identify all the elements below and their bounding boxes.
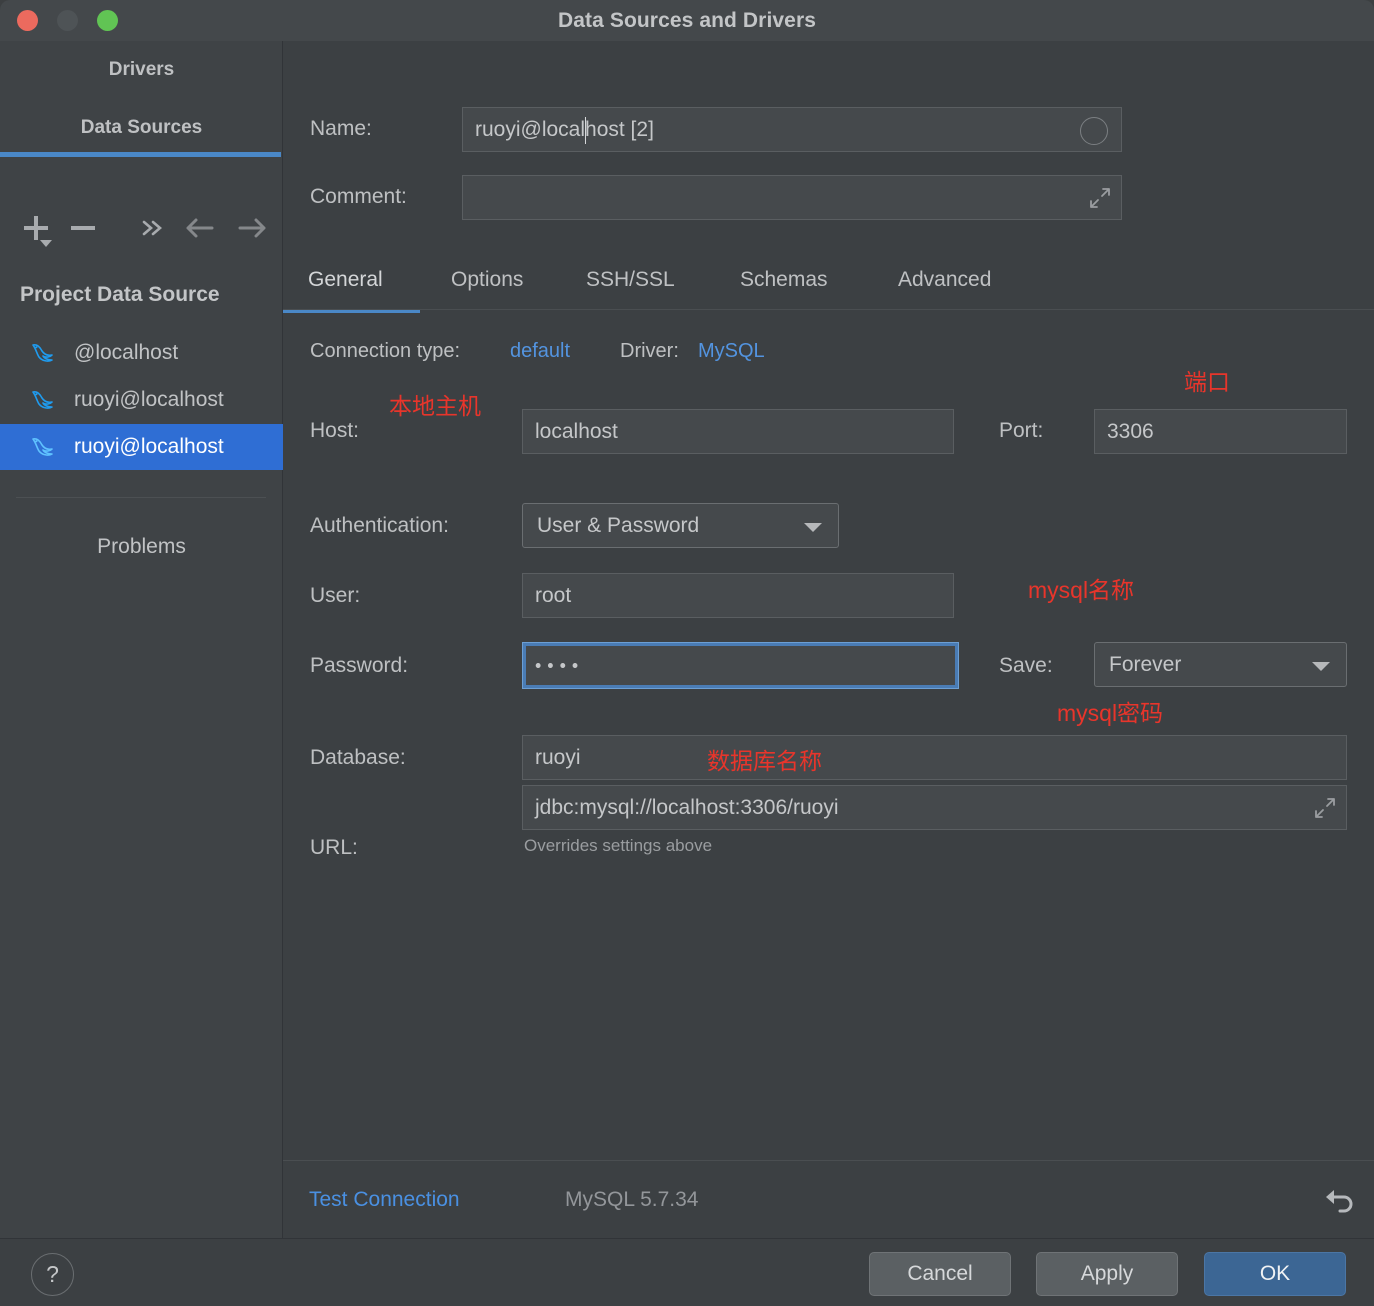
user-input[interactable]: root <box>522 573 954 618</box>
sidebar-item-datasource-1[interactable]: ruoyi@localhost <box>0 377 283 423</box>
tab-bar-baseline <box>283 309 1374 310</box>
authentication-select[interactable]: User & Password <box>522 503 839 548</box>
sidebar-item-datasource-0[interactable]: @localhost <box>0 330 283 376</box>
navigate-back-button[interactable] <box>177 201 223 257</box>
navigate-forward-button[interactable] <box>229 201 275 257</box>
database-label: Database: <box>310 746 406 769</box>
annotation-mysql-user-name: mysql名称 <box>1028 577 1135 603</box>
connection-type-label: Connection type: <box>310 340 461 362</box>
revert-arrow-icon[interactable] <box>1322 1185 1354 1217</box>
ok-button[interactable]: OK <box>1204 1252 1346 1296</box>
comment-input[interactable] <box>462 175 1122 220</box>
tab-advanced[interactable]: Advanced <box>898 254 991 313</box>
remove-data-source-button[interactable] <box>60 201 106 257</box>
password-value: •••• <box>535 655 585 675</box>
url-input[interactable]: jdbc:mysql://localhost:3306/ruoyi <box>522 785 1347 830</box>
database-input[interactable]: ruoyi <box>522 735 1347 780</box>
port-label: Port: <box>999 419 1044 442</box>
mysql-dolphin-icon <box>32 344 53 362</box>
url-label: URL: <box>310 836 358 859</box>
save-mode-select[interactable]: Forever <box>1094 642 1347 687</box>
data-sources-and-drivers-dialog: Data Sources and Drivers Drivers Data So… <box>0 0 1374 1306</box>
user-label: User: <box>310 584 361 607</box>
url-hint-text: Overrides settings above <box>524 836 713 855</box>
save-mode-value: Forever <box>1109 652 1182 676</box>
authentication-value: User & Password <box>537 513 700 537</box>
password-label: Password: <box>310 654 409 677</box>
tab-general[interactable]: General <box>283 254 420 313</box>
test-connection-link[interactable]: Test Connection <box>309 1161 460 1239</box>
arrow-right-icon <box>238 218 266 238</box>
save-label: Save: <box>999 654 1053 677</box>
title-bar: Data Sources and Drivers <box>0 0 1374 42</box>
port-value: 3306 <box>1107 419 1154 443</box>
add-data-source-button[interactable] <box>12 201 58 257</box>
authentication-label: Authentication: <box>310 514 449 537</box>
tab-ssh-ssl[interactable]: SSH/SSL <box>586 254 675 313</box>
name-label: Name: <box>310 117 372 140</box>
cancel-button[interactable]: Cancel <box>869 1252 1011 1296</box>
footer-bar: Test Connection MySQL 5.7.34 <box>283 1160 1374 1239</box>
annotation-mysql-password: mysql密码 <box>1057 700 1164 726</box>
apply-button[interactable]: Apply <box>1036 1252 1178 1296</box>
connection-type-value[interactable]: default <box>510 340 570 363</box>
name-value: ruoyi@localhost [2] <box>475 117 654 141</box>
host-value: localhost <box>535 419 618 443</box>
annotation-database-name: 数据库名称 <box>707 748 822 774</box>
host-label: Host: <box>310 419 360 442</box>
sidebar-item-datasource-2-selected[interactable]: ruoyi@localhost <box>0 424 283 470</box>
window-title: Data Sources and Drivers <box>557 9 816 32</box>
help-button[interactable]: ? <box>31 1253 74 1296</box>
sidebar-heading-drivers[interactable]: Drivers <box>0 59 283 81</box>
dialog-action-bar: ? Cancel Apply OK CSDN @-随_风- <box>0 1238 1374 1306</box>
url-value: jdbc:mysql://localhost:3306/ruoyi <box>535 795 839 819</box>
more-options-button[interactable] <box>131 201 177 257</box>
plus-icon <box>24 216 52 247</box>
sidebar-toolbar <box>0 201 283 263</box>
port-input[interactable]: 3306 <box>1094 409 1347 454</box>
comment-label: Comment: <box>310 185 407 208</box>
chevron-down-icon <box>804 522 822 532</box>
mysql-dolphin-icon <box>32 438 53 456</box>
text-caret <box>585 117 586 144</box>
annotation-port: 端口 <box>1184 369 1230 395</box>
sidebar: Drivers Data Sources Project Data Source… <box>0 41 283 1238</box>
database-value: ruoyi <box>535 745 581 769</box>
driver-label: Driver: <box>620 340 679 362</box>
color-indicator-icon[interactable] <box>1080 116 1108 145</box>
sidebar-divider <box>16 497 266 498</box>
expand-editor-icon[interactable] <box>1089 187 1111 209</box>
expand-editor-icon[interactable] <box>1314 797 1336 819</box>
sidebar-item-label: @localhost <box>74 341 179 364</box>
driver-value[interactable]: MySQL <box>698 340 765 363</box>
user-value: root <box>535 583 572 607</box>
arrow-left-icon <box>186 218 214 238</box>
sidebar-item-label: ruoyi@localhost <box>74 388 224 411</box>
tab-options[interactable]: Options <box>451 254 523 313</box>
main-panel: Name: ruoyi@localhost [2] Comment: Gener… <box>283 41 1374 1238</box>
annotation-local-host: 本地主机 <box>389 393 481 419</box>
mysql-dolphin-icon <box>32 391 53 409</box>
driver-version-text: MySQL 5.7.34 <box>565 1188 699 1211</box>
name-input[interactable]: ruoyi@localhost [2] <box>462 107 1122 152</box>
sidebar-active-section-underline <box>0 152 281 157</box>
tab-bar: General Options SSH/SSL Schemas Advanced <box>283 254 1374 313</box>
password-input[interactable]: •••• <box>522 642 959 689</box>
tab-schemas[interactable]: Schemas <box>740 254 828 313</box>
minus-icon <box>71 226 95 230</box>
host-input[interactable]: localhost <box>522 409 954 454</box>
sidebar-item-label: ruoyi@localhost <box>74 435 224 458</box>
double-chevron-right-icon <box>142 220 162 236</box>
chevron-down-icon <box>1312 661 1330 671</box>
sidebar-group-label: Project Data Source <box>20 283 220 306</box>
sidebar-item-problems[interactable]: Problems <box>0 535 283 559</box>
sidebar-heading-data-sources[interactable]: Data Sources <box>0 117 283 139</box>
